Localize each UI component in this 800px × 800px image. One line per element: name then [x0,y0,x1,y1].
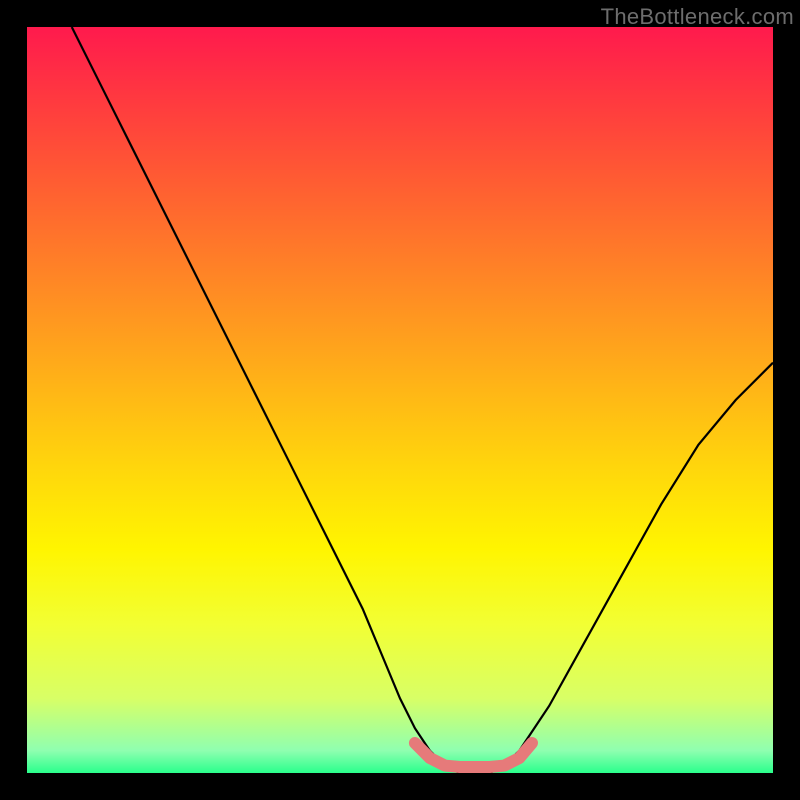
bottleneck-curve [72,27,773,773]
chart-frame: TheBottleneck.com [0,0,800,800]
watermark-text: TheBottleneck.com [601,4,794,30]
curve-svg [27,27,773,773]
optimal-range-highlight [415,743,532,767]
plot-area [27,27,773,773]
